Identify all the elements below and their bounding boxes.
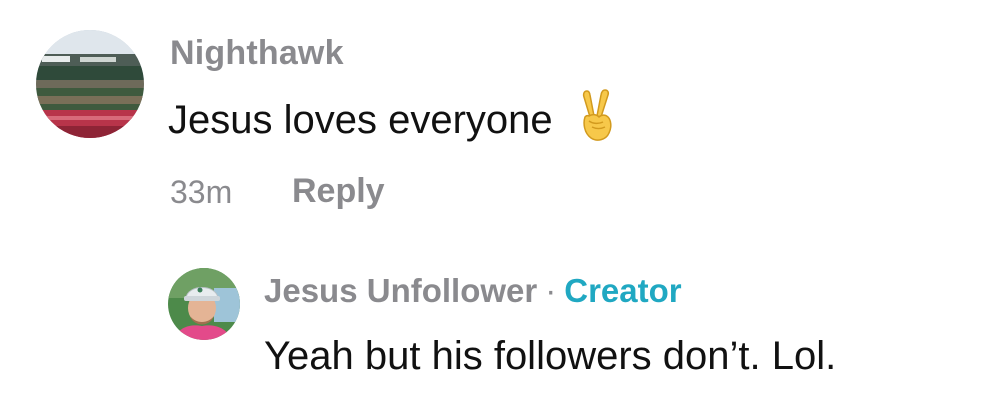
avatar[interactable] <box>36 30 144 138</box>
comment: Nighthawk Jesus loves everyone 33m Reply <box>0 0 982 240</box>
comment-timestamp: 33m <box>170 174 233 210</box>
comment-text: Jesus loves everyone <box>168 89 619 143</box>
comment-text-body: Jesus loves everyone <box>168 98 553 142</box>
victory-hand-emoji-icon <box>575 87 619 143</box>
user-photo-icon <box>168 268 240 340</box>
avatar[interactable] <box>168 268 240 340</box>
reply-text: Yeah but his followers don’t. Lol. <box>264 334 837 378</box>
reply-comment: Jesus Unfollower · Creator Yeah but his fo… <box>0 240 982 416</box>
reply-button[interactable]: Reply <box>292 172 385 211</box>
creator-badge: Creator <box>564 272 682 309</box>
separator-dot: · <box>545 272 557 309</box>
reply-header: Jesus Unfollower · Creator <box>264 272 682 310</box>
stadium-photo-icon <box>36 30 144 138</box>
reply-username[interactable]: Jesus Unfollower <box>264 272 537 309</box>
comment-username[interactable]: Nighthawk <box>170 34 344 73</box>
